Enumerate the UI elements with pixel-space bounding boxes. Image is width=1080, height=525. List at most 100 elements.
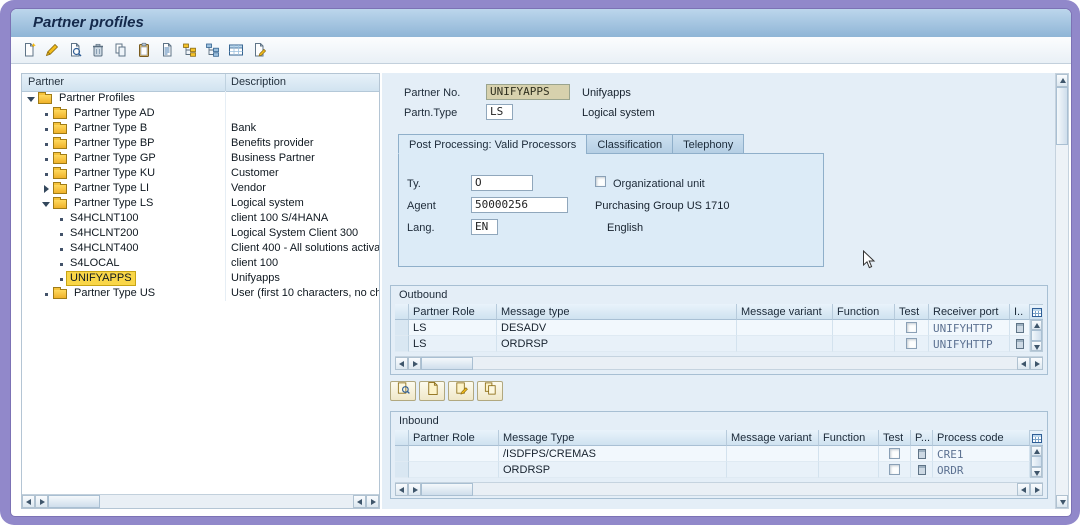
scroll-left-button[interactable]	[1017, 483, 1030, 496]
tree-item-label[interactable]: S4HCLNT400	[67, 242, 141, 255]
table-vertical-scrollbar[interactable]	[1030, 430, 1043, 478]
scroll-right-button[interactable]	[408, 357, 421, 370]
tree-row[interactable]: Partner Type BPBenefits provider	[22, 136, 379, 151]
tree-row[interactable]: Partner Type LIVendor	[22, 181, 379, 196]
scroll-thumb[interactable]	[421, 483, 473, 496]
change-parameter-button[interactable]	[448, 381, 474, 401]
tree-item-label[interactable]: Partner Type US	[71, 287, 158, 300]
tree-collapse-icon[interactable]	[204, 41, 222, 59]
test-checkbox[interactable]	[906, 338, 917, 349]
scroll-right-button[interactable]	[1030, 483, 1043, 496]
table-row[interactable]: /ISDFPS/CREMASCRE1	[395, 446, 1030, 462]
column-header[interactable]	[395, 430, 409, 446]
attachment-icon[interactable]	[918, 449, 926, 459]
inbound-horizontal-scrollbar[interactable]	[395, 482, 1043, 496]
tree-horizontal-scrollbar[interactable]	[22, 494, 379, 508]
window-vertical-scrollbar[interactable]	[1055, 73, 1069, 509]
tree-row[interactable]: Partner Type BBank	[22, 121, 379, 136]
scroll-left-button[interactable]	[395, 483, 408, 496]
column-header[interactable]: I..	[1010, 304, 1030, 320]
column-header[interactable]: Message variant	[737, 304, 833, 320]
tree-column-partner[interactable]: Partner	[22, 74, 226, 91]
column-header[interactable]: Receiver port	[929, 304, 1010, 320]
scroll-up-button[interactable]	[1031, 446, 1042, 456]
scroll-down-button[interactable]	[1056, 495, 1068, 508]
test-checkbox[interactable]	[889, 464, 900, 475]
collapse-icon[interactable]	[26, 93, 37, 104]
tree-item-label[interactable]: Partner Type LS	[71, 197, 156, 210]
column-header[interactable]: Process code	[933, 430, 1030, 446]
table-row[interactable]: ORDRSPORDR	[395, 462, 1030, 478]
scroll-thumb[interactable]	[48, 495, 100, 508]
edit-icon[interactable]	[43, 41, 61, 59]
copy-parameter-button[interactable]	[477, 381, 503, 401]
display-icon[interactable]	[66, 41, 84, 59]
tree-item-label[interactable]: Partner Profiles	[56, 92, 138, 105]
column-header[interactable]: Function	[833, 304, 895, 320]
column-header[interactable]: Test	[879, 430, 911, 446]
attachment-icon[interactable]	[1016, 339, 1024, 349]
table-settings-icon[interactable]	[1032, 434, 1042, 443]
table-settings-corner[interactable]	[1030, 305, 1043, 320]
scroll-left-button[interactable]	[1017, 357, 1030, 370]
column-header[interactable]: Partner Role	[409, 430, 499, 446]
tree-row[interactable]: S4LOCALclient 100	[22, 256, 379, 271]
scroll-thumb[interactable]	[1056, 87, 1068, 145]
scroll-right-button[interactable]	[35, 495, 48, 508]
tree-row[interactable]: Partner Type LSLogical system	[22, 196, 379, 211]
outbound-horizontal-scrollbar[interactable]	[395, 356, 1043, 370]
tab-post-processing[interactable]: Post Processing: Valid Processors	[398, 134, 586, 154]
tree-item-label[interactable]: Partner Type GP	[71, 152, 159, 165]
table-vertical-scrollbar[interactable]	[1030, 304, 1043, 352]
table-settings-icon[interactable]	[227, 41, 245, 59]
column-header[interactable]: Test	[895, 304, 929, 320]
column-header[interactable]: Partner Role	[409, 304, 497, 320]
scroll-up-button[interactable]	[1031, 320, 1042, 330]
tree-item-label[interactable]: S4LOCAL	[67, 257, 123, 270]
copy-icon[interactable]	[112, 41, 130, 59]
scroll-left-button[interactable]	[353, 495, 366, 508]
table-settings-icon[interactable]	[1032, 308, 1042, 317]
tree-item-label[interactable]: Partner Type KU	[71, 167, 158, 180]
tree-item-label[interactable]: Partner Type B	[71, 122, 150, 135]
tree-item-label[interactable]: UNIFYAPPS	[67, 272, 135, 285]
tab-telephony[interactable]: Telephony	[672, 134, 744, 154]
column-header[interactable]: P...	[911, 430, 933, 446]
tree-column-description[interactable]: Description	[226, 74, 379, 91]
create-parameter-button[interactable]	[419, 381, 445, 401]
collapse-icon[interactable]	[41, 198, 52, 209]
scroll-thumb[interactable]	[1031, 456, 1042, 467]
column-header[interactable]	[395, 304, 409, 320]
agent-field[interactable]: 50000256	[471, 197, 568, 213]
column-header[interactable]: Function	[819, 430, 879, 446]
attachment-icon[interactable]	[1016, 323, 1024, 333]
column-header[interactable]: Message Type	[499, 430, 727, 446]
expand-icon[interactable]	[41, 183, 52, 194]
column-header[interactable]: Message variant	[727, 430, 819, 446]
tree-row[interactable]: UNIFYAPPSUnifyapps	[22, 271, 379, 286]
tab-classification[interactable]: Classification	[586, 134, 672, 154]
tree-item-label[interactable]: S4HCLNT100	[67, 212, 141, 225]
test-checkbox[interactable]	[906, 322, 917, 333]
scroll-thumb[interactable]	[1031, 330, 1042, 341]
organizational-unit-checkbox[interactable]	[595, 176, 606, 187]
test-checkbox[interactable]	[889, 448, 900, 459]
scroll-right-button[interactable]	[1030, 357, 1043, 370]
tree-row[interactable]: S4HCLNT100client 100 S/4HANA	[22, 211, 379, 226]
clipboard-icon[interactable]	[135, 41, 153, 59]
display-parameter-button[interactable]	[390, 381, 416, 401]
table-settings-corner[interactable]	[1030, 431, 1043, 446]
lang-field[interactable]: EN	[471, 219, 498, 235]
scroll-down-button[interactable]	[1031, 341, 1042, 351]
documentation-icon[interactable]	[158, 41, 176, 59]
tree-row[interactable]: Partner Type KUCustomer	[22, 166, 379, 181]
tree-row[interactable]: Partner Type AD	[22, 106, 379, 121]
tree-expand-icon[interactable]	[181, 41, 199, 59]
ty-field[interactable]: O	[471, 175, 533, 191]
tree-row[interactable]: Partner Profiles	[22, 91, 379, 106]
table-row[interactable]: LSDESADVUNIFYHTTP	[395, 320, 1030, 336]
scroll-left-button[interactable]	[395, 357, 408, 370]
tree-item-label[interactable]: Partner Type AD	[71, 107, 158, 120]
tree-item-label[interactable]: Partner Type LI	[71, 182, 152, 195]
delete-icon[interactable]	[89, 41, 107, 59]
